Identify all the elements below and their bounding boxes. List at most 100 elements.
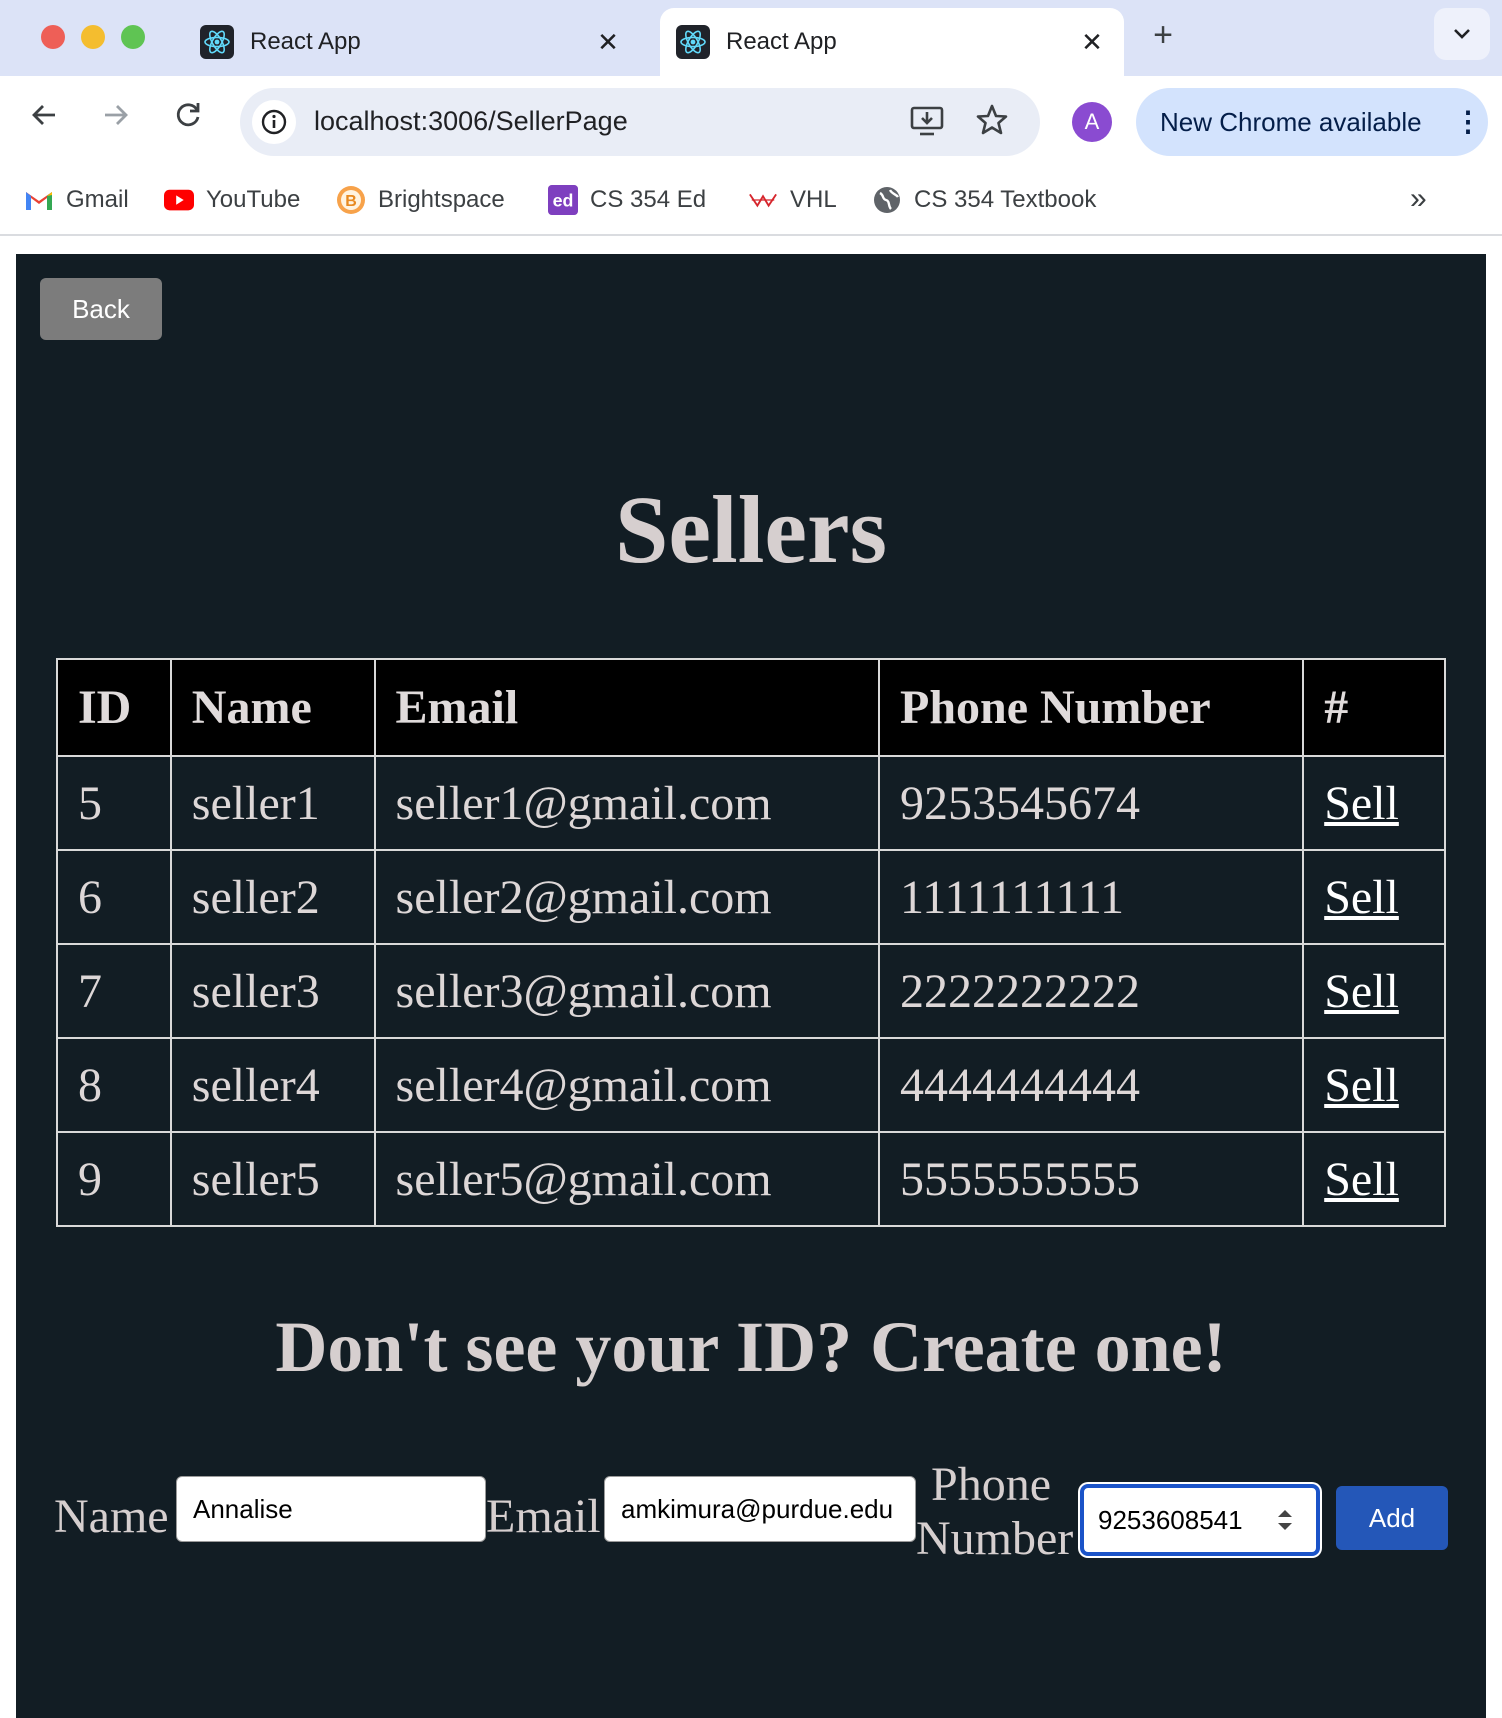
bookmark-gmail[interactable]: Gmail xyxy=(24,182,129,218)
cell-email: seller2@gmail.com xyxy=(373,849,881,945)
sell-link[interactable]: Sell xyxy=(1324,1059,1399,1112)
table-row: 9 seller5 seller5@gmail.com 5555555555 S… xyxy=(56,1131,1446,1227)
cell-phone: 9253545674 xyxy=(877,755,1305,851)
cell-phone: 2222222222 xyxy=(877,943,1305,1039)
bookmark-vhl[interactable]: VHL xyxy=(748,182,837,218)
create-id-heading: Don't see your ID? Create one! xyxy=(275,1307,1227,1387)
bookmarks-overflow-icon[interactable]: » xyxy=(1410,182,1427,216)
page-title: Sellers xyxy=(615,476,887,583)
bookmark-brightspace[interactable]: B Brightspace xyxy=(336,182,505,218)
new-tab-plus-icon[interactable]: + xyxy=(1148,16,1178,55)
new-chrome-available-button[interactable]: New Chrome available ⋮ xyxy=(1136,88,1488,156)
cell-action: Sell xyxy=(1302,1131,1446,1227)
header-id: ID xyxy=(56,658,172,757)
sell-link[interactable]: Sell xyxy=(1324,1153,1399,1206)
globe-icon xyxy=(872,185,902,215)
phone-label-line2: Number xyxy=(916,1512,1074,1565)
cell-action: Sell xyxy=(1302,943,1446,1039)
phone-number-field[interactable] xyxy=(1080,1484,1320,1556)
cell-email: seller3@gmail.com xyxy=(373,943,881,1039)
cell-action: Sell xyxy=(1302,849,1446,945)
svg-text:B: B xyxy=(345,193,357,210)
phone-label-line1: Phone xyxy=(931,1458,1051,1511)
cell-action: Sell xyxy=(1302,755,1446,851)
bookmark-cs354-ed[interactable]: ed CS 354 Ed xyxy=(548,182,706,218)
window-close-button[interactable] xyxy=(41,25,65,49)
cell-name: seller2 xyxy=(169,849,376,945)
ed-icon: ed xyxy=(548,185,578,215)
name-label: Name xyxy=(54,1490,169,1543)
url-text[interactable]: localhost:3006/SellerPage xyxy=(314,106,628,137)
tab-search-chevron-icon[interactable] xyxy=(1434,8,1490,60)
address-bar[interactable]: localhost:3006/SellerPage xyxy=(240,88,1040,156)
bookmark-label: Brightspace xyxy=(378,186,505,213)
cell-phone: 1111111111 xyxy=(877,849,1305,945)
tab-strip: React App ✕ React App ✕ + xyxy=(0,0,1502,76)
youtube-icon xyxy=(164,185,194,215)
kebab-menu-icon[interactable]: ⋮ xyxy=(1448,108,1488,136)
bookmark-star-icon[interactable] xyxy=(974,102,1010,143)
bookmark-cs354-textbook[interactable]: CS 354 Textbook xyxy=(872,182,1096,218)
header-phone-number: Phone Number xyxy=(877,658,1305,757)
site-info-icon[interactable] xyxy=(252,100,296,144)
header-email: Email xyxy=(373,658,881,757)
reload-icon[interactable] xyxy=(168,100,208,138)
cell-phone: 5555555555 xyxy=(877,1131,1305,1227)
svg-text:ed: ed xyxy=(553,191,574,211)
browser-tab-1[interactable]: React App ✕ xyxy=(190,8,640,76)
seller-page: Back Sellers ID Name Email Phone Number … xyxy=(16,254,1486,1718)
cell-id: 8 xyxy=(56,1037,172,1133)
tab-title: React App xyxy=(250,28,361,55)
table-row: 6 seller2 seller2@gmail.com 1111111111 S… xyxy=(56,849,1446,945)
react-icon xyxy=(200,25,234,59)
bookmark-youtube[interactable]: YouTube xyxy=(164,182,300,218)
browser-tab-2-active[interactable]: React App ✕ xyxy=(660,8,1124,76)
cell-email: seller5@gmail.com xyxy=(373,1131,881,1227)
tab-title: React App xyxy=(726,28,837,55)
gmail-icon xyxy=(24,185,54,215)
bookmark-label: CS 354 Ed xyxy=(590,186,707,213)
back-button[interactable]: Back xyxy=(40,278,162,340)
back-arrow-icon[interactable] xyxy=(24,100,64,138)
bookmark-label: CS 354 Textbook xyxy=(914,186,1097,213)
header-name: Name xyxy=(169,658,376,757)
bookmark-label: YouTube xyxy=(206,186,301,213)
cell-action: Sell xyxy=(1302,1037,1446,1133)
sell-link[interactable]: Sell xyxy=(1324,965,1399,1018)
bookmark-label: Gmail xyxy=(66,186,129,213)
email-input[interactable] xyxy=(604,1476,916,1542)
profile-avatar[interactable]: A xyxy=(1072,102,1112,142)
add-button[interactable]: Add xyxy=(1336,1486,1448,1550)
email-label: Email xyxy=(486,1490,601,1543)
forward-arrow-icon[interactable] xyxy=(96,100,136,138)
cell-id: 9 xyxy=(56,1131,172,1227)
sellers-table: ID Name Email Phone Number # 5 seller1 s… xyxy=(56,658,1446,1227)
vhl-icon xyxy=(748,185,778,215)
number-spinner-icon[interactable] xyxy=(1272,1504,1298,1536)
cell-name: seller3 xyxy=(169,943,376,1039)
install-app-icon[interactable] xyxy=(908,102,946,145)
sell-link[interactable]: Sell xyxy=(1324,777,1399,830)
window-zoom-button[interactable] xyxy=(121,25,145,49)
table-row: 7 seller3 seller3@gmail.com 2222222222 S… xyxy=(56,943,1446,1039)
cell-phone: 4444444444 xyxy=(877,1037,1305,1133)
table-row: 8 seller4 seller4@gmail.com 4444444444 S… xyxy=(56,1037,1446,1133)
react-icon xyxy=(676,25,710,59)
header-action: # xyxy=(1302,658,1446,757)
sell-link[interactable]: Sell xyxy=(1324,871,1399,924)
bookmark-label: VHL xyxy=(790,186,837,213)
cell-email: seller4@gmail.com xyxy=(373,1037,881,1133)
name-input[interactable] xyxy=(176,1476,486,1542)
phone-number-input[interactable] xyxy=(1084,1488,1278,1552)
update-label: New Chrome available xyxy=(1160,106,1422,137)
close-icon[interactable]: ✕ xyxy=(1072,27,1112,58)
cell-name: seller4 xyxy=(169,1037,376,1133)
brightspace-icon: B xyxy=(336,185,366,215)
bookmarks-bar: Gmail YouTube B Brightspace ed CS 354 Ed… xyxy=(0,168,1502,236)
cell-id: 6 xyxy=(56,849,172,945)
cell-name: seller1 xyxy=(169,755,376,851)
cell-name: seller5 xyxy=(169,1131,376,1227)
window-minimize-button[interactable] xyxy=(81,25,105,49)
cell-id: 5 xyxy=(56,755,172,851)
close-icon[interactable]: ✕ xyxy=(588,27,628,58)
